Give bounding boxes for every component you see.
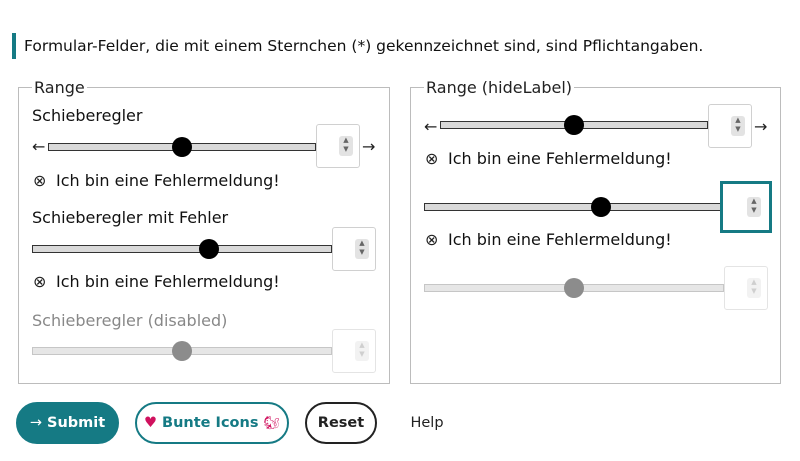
spin-buttons[interactable]: ▲ ▼ [355, 239, 369, 259]
slider-disabled-number-input: ▲ ▼ [332, 329, 376, 373]
squirrel-icon: 🐿 [263, 415, 280, 431]
slider-number-input[interactable]: ▲ ▼ [708, 104, 752, 148]
help-button[interactable]: Help [404, 402, 450, 444]
slider-disabled-label: Schieberegler (disabled) [32, 311, 228, 330]
arrow-left-icon: ← [424, 117, 438, 136]
slider-error-range[interactable] [32, 238, 332, 260]
bunte-icons-button[interactable]: ♥ Bunte Icons 🐿 [135, 402, 289, 444]
spin-down-icon[interactable]: ▼ [359, 248, 364, 256]
reset-label: Reset [317, 415, 365, 431]
spin-down-icon[interactable]: ▼ [735, 125, 740, 133]
slider-error-number-input[interactable]: ▲ ▼ [332, 227, 376, 271]
bunte-icons-label: Bunte Icons [162, 415, 259, 431]
slider-thumb [564, 278, 584, 298]
spin-buttons[interactable]: ▲ ▼ [339, 136, 353, 156]
slider-error-range[interactable] [424, 196, 724, 218]
spin-down-icon[interactable]: ▼ [751, 206, 756, 214]
slider-label: Schieberegler [32, 106, 143, 125]
spin-down-icon: ▼ [359, 350, 365, 358]
spin-buttons[interactable]: ▲ ▼ [747, 197, 761, 217]
submit-label: Submit [47, 415, 106, 431]
arrow-left-icon: ← [32, 137, 46, 156]
spin-buttons: ▲ ▼ [747, 278, 761, 298]
arrow-right-icon: → [29, 415, 42, 431]
submit-button[interactable]: → Submit [16, 402, 119, 444]
spin-up-icon[interactable]: ▲ [751, 197, 756, 205]
error-icon: ⊗ [425, 149, 439, 168]
error-message: Ich bin eine Fehlermeldung! [448, 230, 672, 249]
reset-button[interactable]: Reset [305, 402, 377, 444]
error-icon: ⊗ [33, 171, 47, 190]
error-message: Ich bin eine Fehlermeldung! [56, 171, 280, 190]
required-fields-notice: Formular-Felder, die mit einem Sternchen… [24, 37, 704, 55]
spin-up-icon[interactable]: ▲ [359, 239, 364, 247]
arrow-right-icon: → [362, 137, 376, 156]
spin-buttons[interactable]: ▲ ▼ [731, 116, 745, 136]
slider-thumb [172, 341, 192, 361]
slider-thumb[interactable] [172, 137, 192, 157]
slider-thumb[interactable] [591, 197, 611, 217]
notice-accent-bar [12, 33, 16, 59]
slider-range[interactable] [48, 136, 316, 158]
spin-up-icon[interactable]: ▲ [343, 136, 348, 144]
slider-number-input[interactable]: ▲ ▼ [316, 124, 360, 168]
heart-icon: ♥ [144, 415, 158, 431]
spin-up-icon: ▲ [751, 278, 757, 286]
spin-down-icon[interactable]: ▼ [343, 145, 348, 153]
spin-down-icon: ▼ [751, 287, 757, 295]
spin-up-icon[interactable]: ▲ [735, 116, 740, 124]
spin-up-icon: ▲ [359, 341, 365, 349]
slider-disabled-range [424, 277, 724, 299]
slider-thumb[interactable] [199, 239, 219, 259]
slider-track [424, 203, 724, 211]
spin-buttons: ▲ ▼ [355, 341, 369, 361]
slider-error-number-input[interactable]: ▲ ▼ [720, 181, 772, 233]
error-icon: ⊗ [425, 230, 439, 249]
error-icon: ⊗ [33, 272, 47, 291]
range-hidelabel-legend: Range (hideLabel) [424, 78, 575, 98]
range-legend: Range [32, 78, 87, 98]
slider-thumb[interactable] [564, 115, 584, 135]
slider-disabled-range [32, 340, 332, 362]
error-message: Ich bin eine Fehlermeldung! [56, 272, 280, 291]
slider-disabled-number-input: ▲ ▼ [724, 266, 768, 310]
slider-track [32, 245, 332, 253]
slider-error-label: Schieberegler mit Fehler [32, 208, 229, 227]
error-message: Ich bin eine Fehlermeldung! [448, 149, 672, 168]
help-label: Help [410, 415, 444, 431]
arrow-right-icon: → [754, 117, 768, 136]
slider-range[interactable] [440, 114, 708, 136]
